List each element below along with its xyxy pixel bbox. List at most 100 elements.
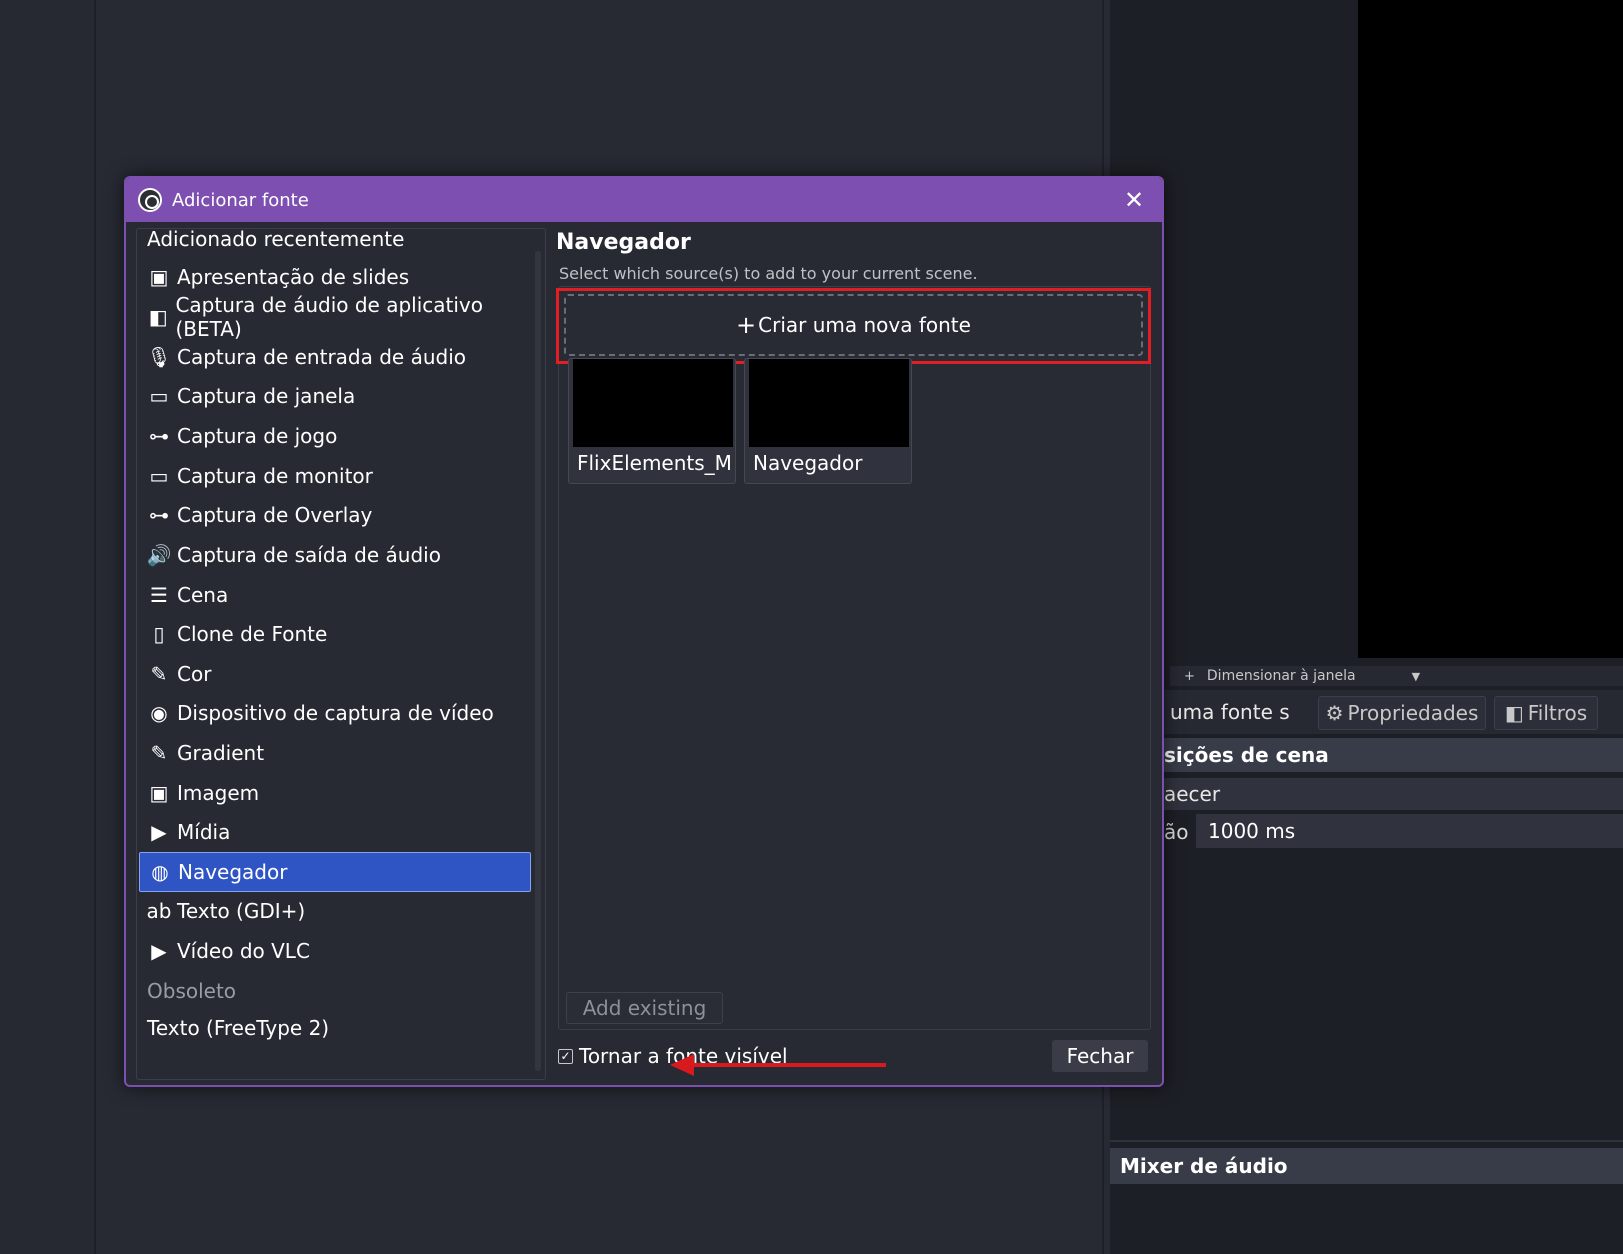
duration-label: ão bbox=[1164, 820, 1189, 844]
source-type-label: Gradient bbox=[177, 741, 265, 765]
source-type-item[interactable]: ✎ Gradient bbox=[139, 733, 531, 773]
scale-label[interactable]: Dimensionar à janela bbox=[1207, 668, 1356, 684]
dialog-title: Adicionar fonte bbox=[172, 189, 309, 211]
source-type-item[interactable]: ▣ Apresentação de slides bbox=[139, 257, 531, 297]
source-type-item[interactable]: ab Texto (GDI+) bbox=[139, 891, 531, 931]
annotation-highlight-box bbox=[556, 288, 1151, 364]
source-type-item[interactable]: ▯ Clone de Fonte bbox=[139, 614, 531, 654]
transitions-header: sições de cena bbox=[1110, 738, 1623, 772]
filters-button[interactable]: ◧ Filtros bbox=[1494, 696, 1598, 730]
play-icon: ▶ bbox=[151, 820, 167, 844]
source-type-label: Captura de janela bbox=[177, 384, 356, 408]
source-type-item[interactable]: Adicionado recentemente bbox=[139, 228, 531, 259]
transitions-title: sições de cena bbox=[1164, 743, 1329, 767]
filter-icon: ◧ bbox=[1504, 701, 1524, 725]
source-type-label: Captura de entrada de áudio bbox=[177, 345, 467, 369]
chevron-down-icon[interactable]: ▼ bbox=[1412, 670, 1420, 683]
source-type-label: Texto (FreeType 2) bbox=[147, 1016, 330, 1040]
duration-input[interactable]: 1000 ms bbox=[1196, 814, 1623, 848]
source-type-item[interactable]: 🔊 Captura de saída de áudio bbox=[139, 535, 531, 575]
source-type-item[interactable]: Texto (FreeType 2) bbox=[139, 1008, 531, 1048]
gear-icon: ⚙ bbox=[1325, 701, 1344, 725]
source-type-item[interactable]: ▣ Imagem bbox=[139, 773, 531, 813]
source-type-label: Clone de Fonte bbox=[177, 622, 328, 646]
filters-label: Filtros bbox=[1527, 701, 1588, 725]
source-type-label: Adicionado recentemente bbox=[147, 228, 405, 251]
image-icon: ▣ bbox=[149, 781, 169, 805]
source-type-label: Captura de áudio de aplicativo (BETA) bbox=[175, 293, 483, 341]
left-dock bbox=[0, 0, 96, 1254]
scale-bar: + Dimensionar à janela ▼ bbox=[1170, 666, 1623, 686]
source-type-item[interactable]: ✎ Cor bbox=[139, 654, 531, 694]
list-icon: ☰ bbox=[150, 583, 168, 607]
slideshow-icon: ▣ bbox=[149, 265, 169, 289]
monitor-icon: ▭ bbox=[149, 464, 169, 488]
file-icon: ▯ bbox=[153, 622, 165, 646]
source-type-item[interactable]: ◉ Dispositivo de captura de vídeo bbox=[139, 693, 531, 733]
source-type-item[interactable]: ⊶ Captura de jogo bbox=[139, 416, 531, 456]
source-thumbnail bbox=[749, 359, 909, 447]
source-type-label: Cor bbox=[177, 662, 212, 686]
scrollbar[interactable] bbox=[535, 251, 541, 1071]
panel-subtitle: Select which source(s) to add to your cu… bbox=[559, 264, 978, 283]
source-type-label: Captura de saída de áudio bbox=[177, 543, 441, 567]
source-type-item[interactable]: ☰ Cena bbox=[139, 575, 531, 615]
preview-canvas bbox=[1358, 0, 1623, 658]
source-type-item[interactable]: ▶ Vídeo do VLC bbox=[139, 931, 531, 971]
source-type-item: Obsoleto bbox=[139, 971, 531, 1011]
source-type-label: Captura de jogo bbox=[177, 424, 338, 448]
source-type-label: Captura de Overlay bbox=[177, 503, 373, 527]
source-type-label: Mídia bbox=[177, 820, 231, 844]
close-icon[interactable]: ✕ bbox=[1120, 186, 1148, 214]
divider bbox=[1110, 1140, 1623, 1142]
source-type-label: Imagem bbox=[177, 781, 260, 805]
transition-select[interactable]: aecer bbox=[1164, 778, 1623, 810]
no-source-text: uma fonte s bbox=[1170, 700, 1290, 724]
source-type-label: Captura de monitor bbox=[177, 464, 373, 488]
source-type-label: Vídeo do VLC bbox=[177, 939, 310, 963]
source-type-item[interactable]: 🎙 Captura de entrada de áudio bbox=[139, 337, 531, 377]
duration-value: 1000 ms bbox=[1208, 819, 1296, 843]
source-thumbnail bbox=[573, 359, 733, 447]
globe-icon: ◍ bbox=[151, 860, 169, 884]
brush-icon: ✎ bbox=[150, 662, 168, 686]
play-icon: ▶ bbox=[151, 939, 167, 963]
add-existing-button[interactable]: Add existing bbox=[566, 992, 723, 1024]
close-button[interactable]: Fechar bbox=[1052, 1040, 1148, 1072]
audio-mixer-title: Mixer de áudio bbox=[1120, 1154, 1288, 1178]
window-icon: ▭ bbox=[149, 384, 169, 408]
source-type-label: Obsoleto bbox=[147, 979, 237, 1003]
plus-icon[interactable]: + bbox=[1184, 669, 1195, 684]
source-type-list: Adicionado recentemente ▣ Apresentação de … bbox=[136, 228, 546, 1080]
annotation-arrow bbox=[686, 1063, 886, 1067]
panel-title: Navegador bbox=[556, 230, 691, 255]
add-source-dialog: Adicionar fonte ✕ Adicionado recentement… bbox=[124, 176, 1164, 1087]
dialog-titlebar: Adicionar fonte ✕ bbox=[126, 178, 1162, 222]
source-type-item[interactable]: ▭ Captura de monitor bbox=[139, 456, 531, 496]
camera-icon: ◉ bbox=[150, 701, 168, 725]
text-icon: ab bbox=[146, 899, 172, 923]
existing-source-tile[interactable]: FlixElements_MC bbox=[568, 358, 736, 484]
existing-source-label: FlixElements_MC bbox=[577, 451, 733, 475]
source-type-item[interactable]: ◍ Navegador bbox=[139, 852, 531, 892]
microphone-icon: 🎙 bbox=[146, 345, 172, 369]
audio-mixer-header: Mixer de áudio bbox=[1110, 1148, 1623, 1184]
existing-source-label: Navegador bbox=[753, 451, 863, 475]
source-type-label: Dispositivo de captura de vídeo bbox=[177, 701, 494, 725]
annotation-arrow-head bbox=[670, 1054, 694, 1076]
transition-value: aecer bbox=[1164, 782, 1221, 806]
source-type-item[interactable]: ⊶ Captura de Overlay bbox=[139, 495, 531, 535]
app-audio-icon: ◧ bbox=[148, 305, 168, 329]
make-visible-checkbox[interactable]: ✓ bbox=[558, 1048, 573, 1064]
source-type-label: Navegador bbox=[178, 860, 288, 884]
source-type-label: Cena bbox=[177, 583, 229, 607]
source-type-item[interactable]: ▭ Captura de janela bbox=[139, 376, 531, 416]
obs-logo-icon bbox=[138, 188, 162, 212]
properties-button[interactable]: ⚙ Propriedades bbox=[1318, 696, 1486, 730]
gamepad-icon: ⊶ bbox=[149, 424, 169, 448]
source-type-item[interactable]: ▶ Mídia bbox=[139, 812, 531, 852]
existing-source-tile[interactable]: Navegador bbox=[744, 358, 912, 484]
gamepad-icon: ⊶ bbox=[149, 503, 169, 527]
properties-label: Propriedades bbox=[1347, 701, 1479, 725]
source-type-item[interactable]: ◧ Captura de áudio de aplicativo (BETA) bbox=[139, 293, 531, 341]
